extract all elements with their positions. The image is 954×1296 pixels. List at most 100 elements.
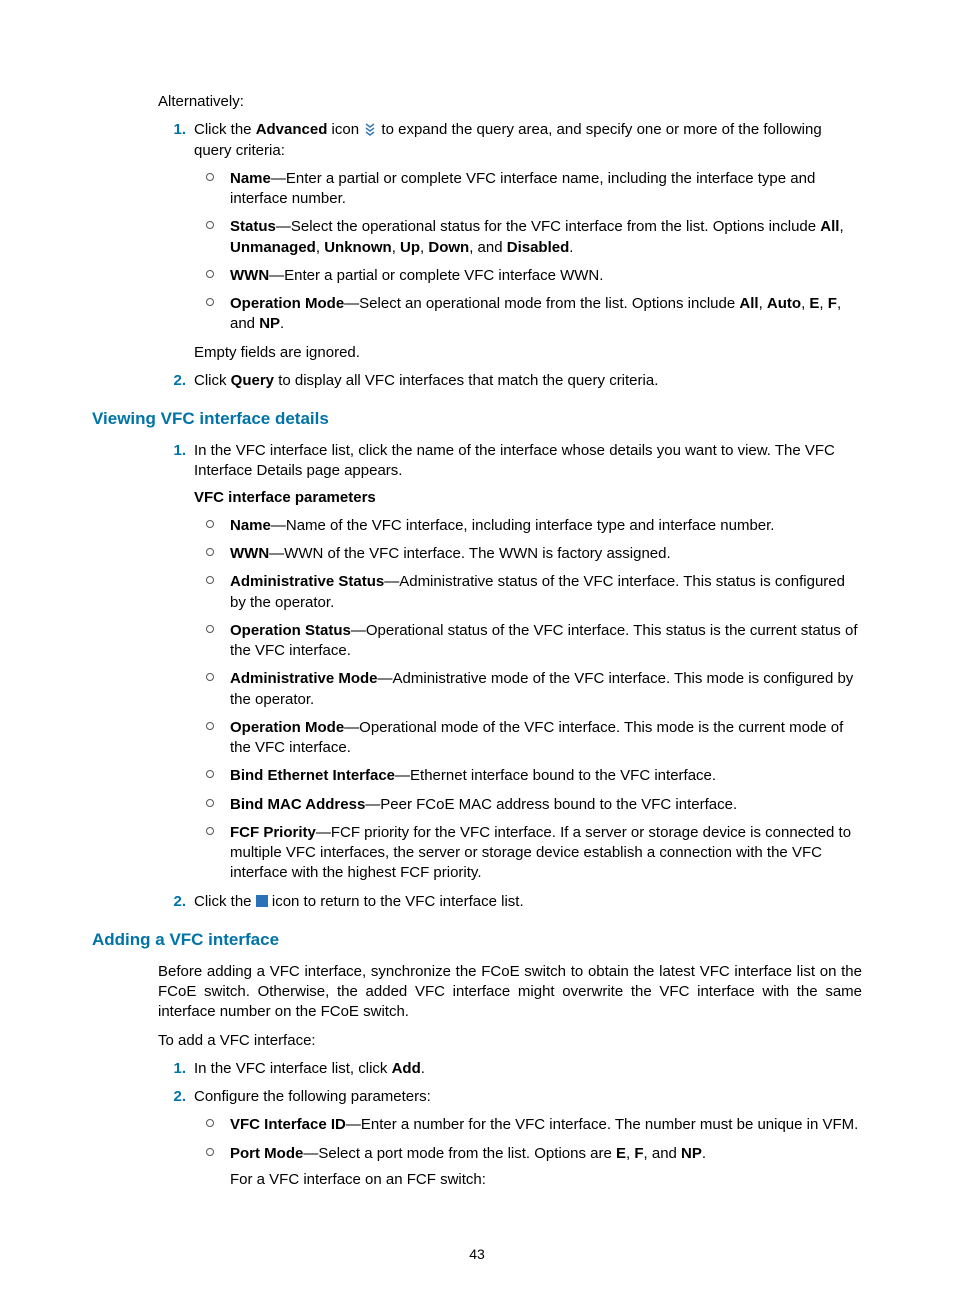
opt: Auto [767,295,801,312]
add-lead: To add a VFC interface: [158,1031,862,1051]
desc: —Name of the VFC interface, including in… [271,517,775,534]
param-op-mode: Operation Mode—Operational mode of the V… [194,718,862,759]
add-params-list: VFC Interface ID—Enter a number for the … [194,1115,862,1190]
text: Configure the following parameters: [194,1088,431,1105]
view-step-2: 2. Click the icon to return to the VFC i… [158,892,862,912]
hollow-circle-icon [206,1148,214,1156]
param-bind-eth: Bind Ethernet Interface—Ethernet interfa… [194,766,862,786]
desc: —Enter a partial or complete VFC interfa… [269,267,603,284]
term: Status [230,218,276,235]
criterion-status: Status—Select the operational status for… [194,217,862,258]
desc: —Select an operational mode from the lis… [344,295,739,312]
desc: —Enter a number for the VFC interface. T… [346,1116,858,1133]
sep: , [759,295,767,312]
opt: F [634,1145,643,1162]
criterion-wwn: WWN—Enter a partial or complete VFC inte… [194,266,862,286]
alt-label: Alternatively: [158,92,862,112]
step-number: 2. [158,371,186,391]
text: Click [194,372,231,389]
text: icon [327,121,363,138]
hollow-circle-icon [206,799,214,807]
query-label: Query [231,372,274,389]
alt-steps: 1. Click the Advanced icon to expand the… [158,120,862,391]
opt: Unmanaged [230,239,316,256]
opt: Disabled [507,239,570,256]
sep: , [392,239,400,256]
term: Port Mode [230,1145,303,1162]
opt: Unknown [324,239,392,256]
vfc-params-heading: VFC interface parameters [194,488,862,508]
sep: . [280,315,284,332]
hollow-circle-icon [206,625,214,633]
add-steps: 1. In the VFC interface list, click Add.… [158,1059,862,1190]
hollow-circle-icon [206,520,214,528]
term: Operation Status [230,622,351,639]
desc: —WWN of the VFC interface. The WWN is fa… [269,545,671,562]
text: icon to return to the VFC interface list… [272,893,524,910]
text: Click the [194,121,256,138]
criterion-opmode: Operation Mode—Select an operational mod… [194,294,862,335]
criterion-name: Name—Enter a partial or complete VFC int… [194,169,862,210]
desc: —FCF priority for the VFC interface. If … [230,824,851,882]
term: Name [230,517,271,534]
term: FCF Priority [230,824,316,841]
sep: , [819,295,827,312]
text: In the VFC interface list, click the nam… [194,442,835,479]
param-op-status: Operation Status—Operational status of t… [194,621,862,662]
port-mode-sub: For a VFC interface on an FCF switch: [230,1170,862,1190]
back-icon [256,895,268,907]
hollow-circle-icon [206,221,214,229]
hollow-circle-icon [206,827,214,835]
add-step-2: 2. Configure the following parameters: V… [158,1087,862,1190]
term: WWN [230,545,269,562]
section-adding-vfc: Adding a VFC interface [92,930,862,950]
hollow-circle-icon [206,722,214,730]
page: { "intro": { "alt_label": "Alternatively… [0,0,954,1296]
add-step-1: 1. In the VFC interface list, click Add. [158,1059,862,1079]
view-steps: 1. In the VFC interface list, click the … [158,441,862,912]
text: In the VFC interface list, click [194,1060,392,1077]
param-name: Name—Name of the VFC interface, includin… [194,516,862,536]
opt: Up [400,239,420,256]
step-number: 2. [158,892,186,912]
page-number: 43 [0,1246,954,1262]
desc: —Select the operational status for the V… [276,218,820,235]
opt: F [828,295,837,312]
term: Operation Mode [230,295,344,312]
sep: , [316,239,324,256]
term: Bind MAC Address [230,796,365,813]
param-wwn: WWN—WWN of the VFC interface. The WWN is… [194,544,862,564]
sep: , and [469,239,507,256]
desc: —Peer FCoE MAC address bound to the VFC … [365,796,737,813]
add-label: Add [392,1060,421,1077]
opt: NP [681,1145,702,1162]
term: Administrative Status [230,573,384,590]
vfc-params-list: Name—Name of the VFC interface, includin… [194,516,862,884]
sep: , and [644,1145,682,1162]
step-number: 1. [158,1059,186,1079]
query-criteria-list: Name —Enter a partial or complete VFC int… [194,169,862,335]
step-number: 1. [158,120,186,140]
text: . [421,1060,425,1077]
view-step-1: 1. In the VFC interface list, click the … [158,441,862,884]
sep: , [839,218,843,235]
step-number: 2. [158,1087,186,1107]
section-viewing-vfc: Viewing VFC interface details [92,409,862,429]
param-port-mode: Port Mode—Select a port mode from the li… [194,1144,862,1191]
hollow-circle-icon [206,270,214,278]
hollow-circle-icon [206,576,214,584]
hollow-circle-icon [206,298,214,306]
opt: NP [259,315,280,332]
opt: All [820,218,839,235]
hollow-circle-icon [206,173,214,181]
term: Name [230,170,271,187]
desc: —Ethernet interface bound to the VFC int… [395,767,716,784]
advanced-label: Advanced [256,121,328,138]
text: Click the [194,893,256,910]
empty-note: Empty fields are ignored. [194,343,862,363]
hollow-circle-icon [206,548,214,556]
opt: All [739,295,758,312]
add-intro: Before adding a VFC interface, synchroni… [158,962,862,1023]
hollow-circle-icon [206,673,214,681]
param-fcf: FCF Priority—FCF priority for the VFC in… [194,823,862,884]
